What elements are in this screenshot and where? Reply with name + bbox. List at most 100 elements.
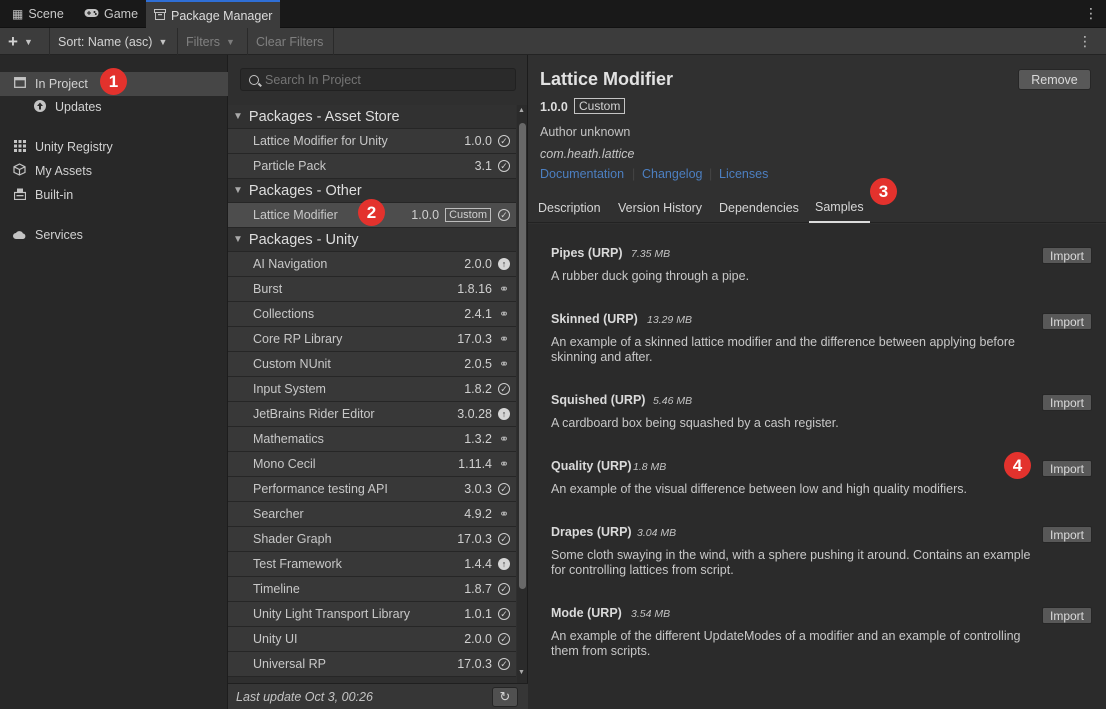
- group-header-unity[interactable]: ▼ Packages - Unity: [228, 228, 516, 252]
- group-label: Packages - Unity: [248, 231, 359, 248]
- sample-size: 1.8 MB: [633, 461, 667, 473]
- import-button[interactable]: Import: [1042, 247, 1092, 264]
- scroll-down-arrow-icon[interactable]: ▼: [518, 669, 525, 676]
- kebab-menu-icon[interactable]: ⋮: [1084, 5, 1098, 22]
- package-row[interactable]: Core RP Library 17.0.3 ⚭: [228, 327, 516, 352]
- filters-dropdown[interactable]: Filters ▼: [178, 28, 248, 55]
- nav-services[interactable]: Services: [0, 223, 228, 247]
- update-available-icon: ↑: [498, 558, 510, 570]
- package-name: Searcher: [253, 507, 304, 521]
- triangle-down-icon: ▼: [233, 111, 243, 122]
- search-icon: [249, 74, 259, 85]
- import-button[interactable]: Import: [1042, 460, 1092, 477]
- installed-check-icon: ✓: [498, 160, 510, 172]
- package-row[interactable]: Searcher 4.9.2 ⚭: [228, 502, 516, 527]
- package-row[interactable]: Particle Pack 3.1 ✓: [228, 154, 516, 179]
- tab-description[interactable]: Description: [538, 193, 601, 223]
- package-list: ▼ Packages - Asset Store ▼ Packages - Ot…: [228, 105, 516, 683]
- package-row[interactable]: Performance testing API 3.0.3 ✓: [228, 477, 516, 502]
- nav-updates-label: Updates: [55, 100, 102, 114]
- package-row[interactable]: Universal RP 17.0.3 ✓: [228, 652, 516, 677]
- installed-check-icon: ✓: [498, 658, 510, 670]
- tab-version-history[interactable]: Version History: [618, 193, 702, 223]
- group-label: Packages - Other: [248, 182, 362, 199]
- remove-button[interactable]: Remove: [1018, 69, 1091, 90]
- package-row[interactable]: AI Navigation 2.0.0 ↑: [228, 252, 516, 277]
- package-row[interactable]: Input System 1.8.2 ✓: [228, 377, 516, 402]
- toolbar-kebab-menu-icon[interactable]: ⋮: [1078, 33, 1092, 50]
- package-row[interactable]: Unity UI 2.0.0 ✓: [228, 627, 516, 652]
- search-input[interactable]: [265, 72, 505, 87]
- changelog-link[interactable]: Changelog: [642, 167, 702, 181]
- package-name: Unity UI: [253, 632, 298, 646]
- package-name: Burst: [253, 282, 283, 296]
- tab-dependencies[interactable]: Dependencies: [719, 193, 799, 223]
- dropdown-arrow-icon: ▼: [158, 36, 168, 47]
- link-icon: ⚭: [498, 457, 510, 471]
- package-version: 1.4.4: [464, 557, 492, 571]
- import-button[interactable]: Import: [1042, 394, 1092, 411]
- nav-in-project-label: In Project: [35, 77, 88, 91]
- callout-marker-2: 2: [358, 199, 385, 226]
- package-row[interactable]: Burst 1.8.16 ⚭: [228, 277, 516, 302]
- sample-name: Pipes (URP): [551, 246, 623, 260]
- package-row[interactable]: Mathematics 1.3.2 ⚭: [228, 427, 516, 452]
- package-row[interactable]: Shader Graph 17.0.3 ✓: [228, 527, 516, 552]
- documentation-link[interactable]: Documentation: [540, 167, 624, 181]
- package-row[interactable]: JetBrains Rider Editor 3.0.28 ↑: [228, 402, 516, 427]
- package-name: Core RP Library: [253, 332, 343, 346]
- tab-game[interactable]: Game: [76, 0, 146, 28]
- tab-samples[interactable]: Samples: [809, 193, 870, 223]
- package-row[interactable]: Unity Light Transport Library 1.0.1 ✓: [228, 602, 516, 627]
- package-list-pane: ▼ Packages - Asset Store ▼ Packages - Ot…: [228, 55, 528, 709]
- link-icon: ⚭: [498, 357, 510, 371]
- import-button[interactable]: Import: [1042, 313, 1092, 330]
- sample-name: Skinned (URP): [551, 312, 638, 326]
- search-field[interactable]: [240, 68, 516, 91]
- list-scrollbar-thumb[interactable]: [519, 123, 526, 589]
- nav-built-in[interactable]: Built-in: [0, 183, 228, 207]
- package-name: Unity Light Transport Library: [253, 607, 411, 621]
- package-row[interactable]: Mono Cecil 1.11.4 ⚭: [228, 452, 516, 477]
- sample-size: 3.04 MB: [637, 527, 677, 539]
- import-button[interactable]: Import: [1042, 607, 1092, 624]
- package-row[interactable]: Lattice Modifier for Unity 1.0.0 ✓: [228, 129, 516, 154]
- dropdown-arrow-icon: ▼: [23, 36, 33, 47]
- scroll-up-arrow-icon[interactable]: ▲: [518, 107, 525, 114]
- tab-scene[interactable]: ▦ Scene: [4, 0, 72, 28]
- tab-scene-label: Scene: [28, 7, 64, 21]
- package-version: 17.0.3: [457, 657, 492, 671]
- custom-badge: Custom: [574, 98, 626, 114]
- package-name: JetBrains Rider Editor: [253, 407, 375, 421]
- sort-dropdown[interactable]: Sort: Name (asc) ▼: [50, 28, 178, 55]
- licenses-link[interactable]: Licenses: [719, 167, 768, 181]
- package-version: 2.0.0: [464, 257, 492, 271]
- nav-updates[interactable]: Updates: [0, 95, 228, 119]
- package-name: Custom NUnit: [253, 357, 331, 371]
- nav-my-assets[interactable]: My Assets: [0, 159, 228, 183]
- package-row[interactable]: Timeline 1.8.7 ✓: [228, 577, 516, 602]
- nav-built-in-label: Built-in: [35, 188, 74, 202]
- package-icon: [154, 8, 166, 23]
- package-name: Lattice Modifier for Unity: [253, 134, 388, 148]
- import-button[interactable]: Import: [1042, 526, 1092, 543]
- nav-unity-registry[interactable]: Unity Registry: [0, 135, 228, 159]
- clear-filters-button[interactable]: Clear Filters: [248, 28, 334, 55]
- tab-package-manager[interactable]: Package Manager: [146, 0, 281, 29]
- refresh-icon: ↻: [499, 689, 511, 704]
- package-name: Shader Graph: [253, 532, 332, 546]
- callout-marker-4: 4: [1004, 452, 1031, 479]
- package-row[interactable]: Custom NUnit 2.0.5 ⚭: [228, 352, 516, 377]
- package-version: 1.8.2: [464, 382, 492, 396]
- add-package-button[interactable]: + ▼: [0, 28, 50, 55]
- sample-size: 13.29 MB: [647, 314, 692, 326]
- link-icon: ⚭: [498, 432, 510, 446]
- group-header-asset-store[interactable]: ▼ Packages - Asset Store: [228, 105, 516, 129]
- package-name: Mathematics: [253, 432, 324, 446]
- refresh-button[interactable]: ↻: [492, 687, 518, 707]
- update-available-icon: ↑: [498, 408, 510, 420]
- package-row[interactable]: Collections 2.4.1 ⚭: [228, 302, 516, 327]
- package-row[interactable]: Test Framework 1.4.4 ↑: [228, 552, 516, 577]
- package-author: Author unknown: [540, 125, 631, 139]
- installed-check-icon: ✓: [498, 383, 510, 395]
